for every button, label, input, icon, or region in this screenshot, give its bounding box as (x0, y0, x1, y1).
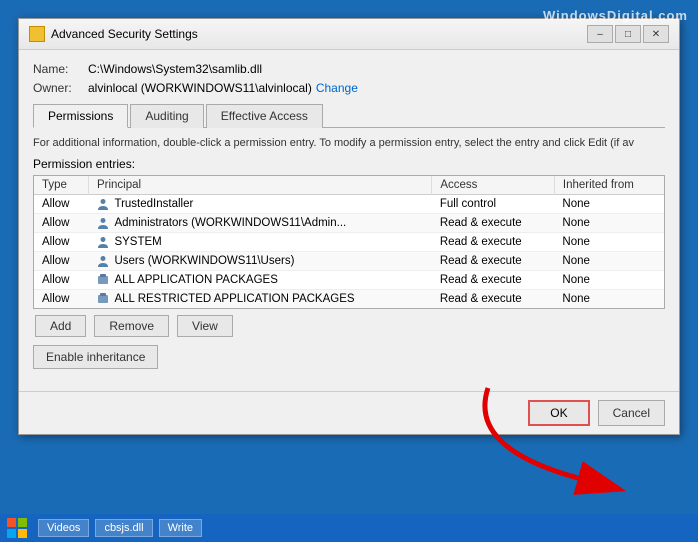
remove-button[interactable]: Remove (94, 315, 169, 337)
cell-access: Full control (432, 195, 555, 214)
col-type: Type (34, 176, 88, 195)
cell-principal: SYSTEM (88, 233, 431, 251)
table-row[interactable]: Allow ALL APPLICATION PACKAGESRead & exe… (34, 271, 664, 290)
cell-principal: Users (WORKWINDOWS11\Users) (88, 252, 431, 270)
cell-type: Allow (34, 195, 88, 214)
close-button[interactable]: ✕ (643, 25, 669, 43)
cell-type: Allow (34, 271, 88, 290)
taskbar-item-videos[interactable]: Videos (38, 519, 89, 537)
ok-button[interactable]: OK (528, 400, 589, 426)
cell-access: Read & execute (432, 290, 555, 309)
user-icon (96, 216, 110, 230)
owner-value: alvinlocal (WORKWINDOWS11\alvinlocal) (88, 81, 312, 95)
section-label: Permission entries: (33, 157, 665, 171)
cell-inherited-from: None (554, 195, 664, 214)
info-text: For additional information, double-click… (33, 136, 665, 151)
col-inherited: Inherited from (554, 176, 664, 195)
name-label: Name: (33, 62, 88, 76)
name-value: C:\Windows\System32\samlib.dll (88, 62, 262, 76)
cell-access: Read & execute (432, 252, 555, 271)
tabs-bar: Permissions Auditing Effective Access (33, 103, 665, 128)
action-buttons-row: Add Remove View (33, 315, 665, 337)
title-bar-controls: – □ ✕ (587, 25, 669, 43)
table-header-row: Type Principal Access Inherited from (34, 176, 664, 195)
package-icon (96, 292, 110, 306)
dialog-window: Advanced Security Settings – □ ✕ Name: C… (18, 18, 680, 435)
cell-inherited-from: None (554, 252, 664, 271)
table-row[interactable]: Allow Users (WORKWINDOWS11\Users)Read & … (34, 252, 664, 271)
dialog-body: Name: C:\Windows\System32\samlib.dll Own… (19, 50, 679, 391)
tab-permissions[interactable]: Permissions (33, 104, 128, 128)
cell-inherited-from: None (554, 214, 664, 233)
package-icon (96, 273, 110, 287)
minimize-button[interactable]: – (587, 25, 613, 43)
owner-row: Owner: alvinlocal (WORKWINDOWS11\alvinlo… (33, 81, 665, 95)
cancel-button[interactable]: Cancel (598, 400, 665, 426)
col-principal: Principal (88, 176, 431, 195)
cell-type: Allow (34, 233, 88, 252)
cell-access: Read & execute (432, 271, 555, 290)
maximize-button[interactable]: □ (615, 25, 641, 43)
owner-label: Owner: (33, 81, 88, 95)
cell-principal: TrustedInstaller (88, 195, 431, 213)
table-row[interactable]: Allow ALL RESTRICTED APPLICATION PACKAGE… (34, 290, 664, 309)
tab-effective-access[interactable]: Effective Access (206, 104, 323, 128)
user-icon (96, 235, 110, 249)
cell-principal: Administrators (WORKWINDOWS11\Admin... (88, 214, 431, 232)
cell-type: Allow (34, 214, 88, 233)
table-row[interactable]: Allow TrustedInstallerFull controlNone (34, 195, 664, 214)
name-row: Name: C:\Windows\System32\samlib.dll (33, 62, 665, 76)
cell-inherited-from: None (554, 290, 664, 309)
user-icon (96, 197, 110, 211)
change-link[interactable]: Change (316, 81, 358, 95)
cell-access: Read & execute (432, 233, 555, 252)
taskbar-item-cbsjs[interactable]: cbsjs.dll (95, 519, 152, 537)
col-access: Access (432, 176, 555, 195)
windows-logo (6, 517, 28, 539)
cell-principal: ALL APPLICATION PACKAGES (88, 271, 431, 289)
permission-table: Type Principal Access Inherited from All… (34, 176, 664, 308)
cell-access: Read & execute (432, 214, 555, 233)
dialog-footer: OK Cancel (19, 391, 679, 434)
add-button[interactable]: Add (35, 315, 86, 337)
title-bar-text: Advanced Security Settings (51, 27, 198, 41)
cell-type: Allow (34, 290, 88, 309)
inheritance-row: Enable inheritance (33, 345, 665, 369)
user-icon (96, 254, 110, 268)
taskbar: Videos cbsjs.dll Write (0, 514, 698, 542)
table-row[interactable]: Allow SYSTEMRead & executeNone (34, 233, 664, 252)
taskbar-item-write[interactable]: Write (159, 519, 202, 537)
title-bar: Advanced Security Settings – □ ✕ (19, 19, 679, 50)
cell-principal: ALL RESTRICTED APPLICATION PACKAGES (88, 290, 431, 308)
cell-inherited-from: None (554, 233, 664, 252)
cell-type: Allow (34, 252, 88, 271)
tab-auditing[interactable]: Auditing (130, 104, 203, 128)
table-row[interactable]: Allow Administrators (WORKWINDOWS11\Admi… (34, 214, 664, 233)
cell-inherited-from: None (554, 271, 664, 290)
title-bar-icon (29, 26, 45, 42)
enable-inheritance-button[interactable]: Enable inheritance (33, 345, 158, 369)
permission-table-wrapper: Type Principal Access Inherited from All… (33, 175, 665, 309)
view-button[interactable]: View (177, 315, 233, 337)
